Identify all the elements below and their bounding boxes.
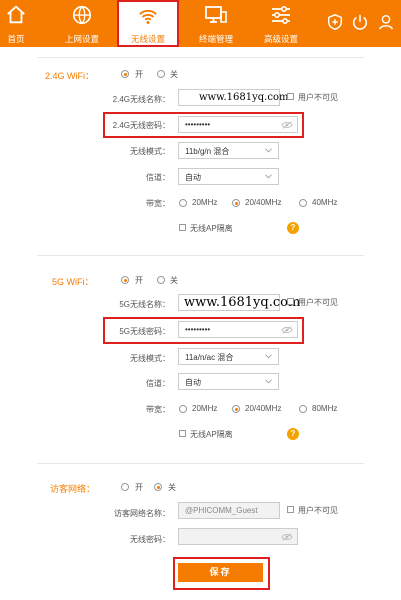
- wifi5-off-radio[interactable]: [157, 276, 165, 284]
- divider: [37, 463, 364, 464]
- wifi24-bw-20-label: 20MHz: [192, 198, 218, 207]
- wifi24-channel-value: 自动: [185, 173, 201, 182]
- wifi5-bw-20-radio[interactable]: [179, 405, 187, 413]
- wifi24-on-radio[interactable]: [121, 70, 129, 78]
- wifi24-on-label: 开: [135, 70, 143, 79]
- wifi5-on-radio[interactable]: [121, 276, 129, 284]
- guest-on-label: 开: [135, 483, 143, 492]
- shield-plus-icon[interactable]: [326, 13, 344, 31]
- eye-hidden-icon[interactable]: [281, 532, 293, 542]
- help-icon[interactable]: ?: [287, 222, 299, 234]
- guest-name-label: 访客网络名称：: [114, 509, 170, 518]
- wifi24-off-label: 关: [170, 70, 178, 79]
- wifi24-bw-20-radio[interactable]: [179, 199, 187, 207]
- guest-name-value: @PHICOMM_Guest: [185, 506, 258, 515]
- sliders-icon: [272, 5, 290, 25]
- wifi5-bw-80-radio[interactable]: [299, 405, 307, 413]
- eye-hidden-icon[interactable]: [281, 325, 293, 335]
- nav-home-label: 首页: [7, 34, 25, 44]
- guest-name-input[interactable]: @PHICOMM_Guest: [178, 502, 280, 519]
- guest-password-input[interactable]: [178, 528, 298, 545]
- guest-password-label: 无线密码：: [130, 535, 170, 544]
- devices-icon: [205, 6, 227, 23]
- divider: [37, 255, 364, 256]
- nav-wireless-label: 无线设置: [130, 34, 165, 44]
- wifi5-name-label: 5G无线名称：: [119, 300, 170, 309]
- wifi24-bw-2040-label: 20/40MHz: [245, 198, 282, 207]
- top-nav-bar: 首页 上网设置 无线设置 终端管理 高级设置: [0, 0, 401, 47]
- wifi5-channel-label: 信道：: [146, 379, 170, 388]
- user-icon[interactable]: [377, 13, 395, 31]
- wifi24-hidden-checkbox[interactable]: [287, 93, 294, 100]
- help-icon[interactable]: ?: [287, 428, 299, 440]
- wifi24-password-input[interactable]: •••••••••: [178, 116, 298, 133]
- wifi24-mode-value: 11b/g/n 混合: [185, 147, 230, 156]
- wifi24-password-value: •••••••••: [185, 120, 211, 129]
- nav-advanced-label: 高级设置: [263, 34, 298, 44]
- wifi24-off-radio[interactable]: [157, 70, 165, 78]
- wifi24-ap-isolation-label: 无线AP隔离: [190, 224, 233, 233]
- guest-hidden-checkbox[interactable]: [287, 506, 294, 513]
- wifi24-hidden-label: 用户不可见: [298, 93, 338, 102]
- wifi24-channel-select[interactable]: 自动: [178, 168, 279, 185]
- save-button[interactable]: 保存: [178, 563, 263, 582]
- wifi5-title: 5G WiFi：: [52, 277, 94, 287]
- globe-icon: [72, 5, 92, 25]
- guest-off-radio[interactable]: [154, 483, 162, 491]
- wifi5-bw-80-label: 80MHz: [312, 404, 338, 413]
- wifi24-title: 2.4G WiFi：: [45, 71, 95, 81]
- chevron-down-icon: [265, 379, 272, 384]
- wifi24-ap-isolation-checkbox[interactable]: [179, 224, 186, 231]
- wifi24-name-label: 2.4G无线名称：: [112, 95, 170, 104]
- wifi24-bw-40-radio[interactable]: [299, 199, 307, 207]
- home-icon: [7, 5, 25, 24]
- wifi5-mode-label: 无线模式：: [130, 354, 170, 363]
- wifi5-hidden-label: 用户不可见: [298, 298, 338, 307]
- wifi24-mode-label: 无线模式：: [130, 147, 170, 156]
- nav-device-label: 终端管理: [198, 34, 233, 44]
- wifi5-password-input[interactable]: •••••••••: [178, 321, 298, 338]
- guest-on-radio[interactable]: [121, 483, 129, 491]
- wifi5-channel-value: 自动: [185, 378, 201, 387]
- wifi5-ap-isolation-label: 无线AP隔离: [190, 430, 233, 439]
- nav-internet-settings[interactable]: 上网设置: [52, 0, 112, 47]
- chevron-down-icon: [265, 148, 272, 153]
- wifi5-channel-select[interactable]: 自动: [178, 373, 279, 390]
- wifi5-password-value: •••••••••: [185, 325, 211, 334]
- wifi5-on-label: 开: [135, 276, 143, 285]
- wifi5-bw-20-label: 20MHz: [192, 404, 218, 413]
- wifi24-password-label: 2.4G无线密码：: [112, 121, 170, 130]
- nav-internet-label: 上网设置: [64, 34, 99, 44]
- divider: [37, 57, 364, 58]
- eye-hidden-icon[interactable]: [281, 120, 293, 130]
- chevron-down-icon: [265, 354, 272, 359]
- wifi24-bandwidth-label: 带宽：: [146, 199, 170, 208]
- wifi5-mode-select[interactable]: 11a/n/ac 混合: [178, 348, 279, 365]
- wifi5-bandwidth-label: 带宽：: [146, 405, 170, 414]
- nav-device-management[interactable]: 终端管理: [188, 0, 244, 47]
- wifi-icon: [139, 9, 157, 24]
- watermark-text: www.1681yq.com: [184, 295, 301, 310]
- guest-off-label: 关: [168, 483, 176, 492]
- wifi24-bw-2040-radio[interactable]: [232, 199, 240, 207]
- wifi24-bw-40-label: 40MHz: [312, 198, 338, 207]
- nav-advanced-settings[interactable]: 高级设置: [252, 0, 310, 47]
- guest-hidden-label: 用户不可见: [298, 506, 338, 515]
- wifi5-password-label: 5G无线密码：: [119, 327, 170, 336]
- nav-home[interactable]: 首页: [0, 0, 32, 47]
- wifi24-mode-select[interactable]: 11b/g/n 混合: [178, 142, 279, 159]
- power-icon[interactable]: [351, 13, 369, 31]
- chevron-down-icon: [265, 174, 272, 179]
- wifi5-hidden-checkbox[interactable]: [287, 298, 294, 305]
- wifi5-bw-2040-radio[interactable]: [232, 405, 240, 413]
- watermark-text: www.1681yq.com: [199, 92, 289, 103]
- wifi5-mode-value: 11a/n/ac 混合: [185, 353, 234, 362]
- wifi5-ap-isolation-checkbox[interactable]: [179, 430, 186, 437]
- wifi24-channel-label: 信道：: [146, 173, 170, 182]
- wifi5-bw-2040-label: 20/40MHz: [245, 404, 282, 413]
- wifi5-off-label: 关: [170, 276, 178, 285]
- nav-wireless-settings[interactable]: 无线设置: [117, 0, 179, 47]
- guest-title: 访客网络：: [50, 484, 96, 494]
